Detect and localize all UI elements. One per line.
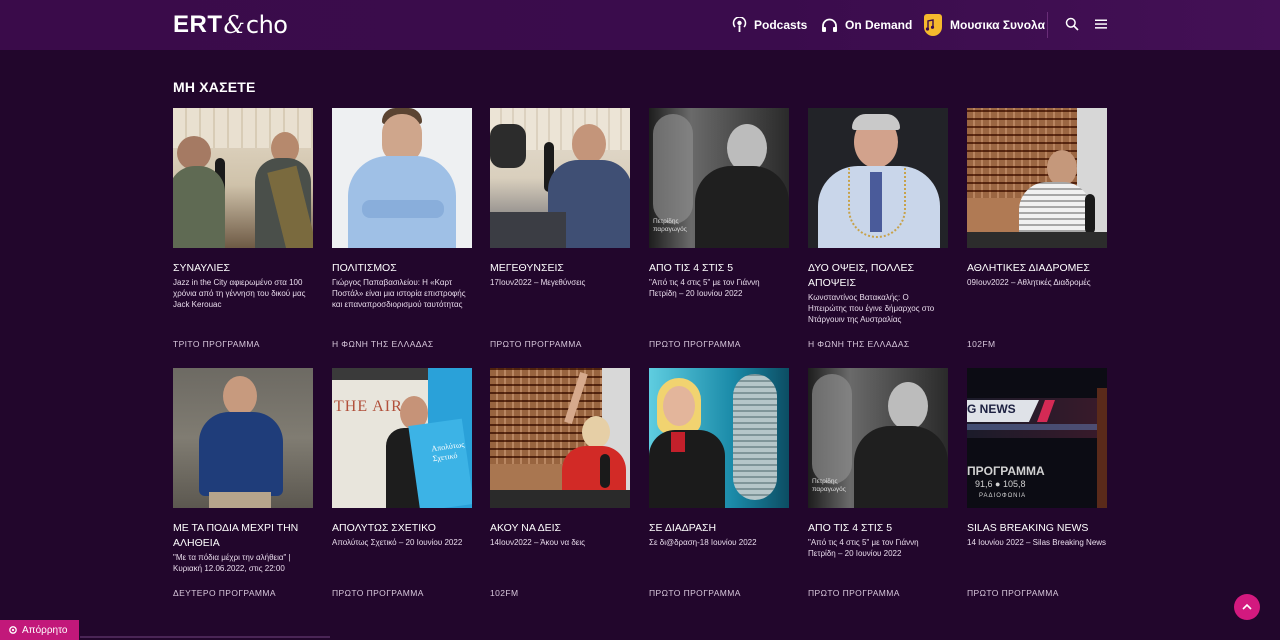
card-station-tag[interactable]: ΠΡΩΤΟ ΠΡΟΓΡΑΜΜΑ [490, 339, 582, 349]
nav-on-demand[interactable]: On Demand [821, 0, 912, 50]
logo-echo-text: cho [245, 11, 288, 39]
card-title[interactable]: SILAS BREAKING NEWS [967, 521, 1107, 536]
card-image[interactable] [490, 108, 630, 248]
card-megethynseis[interactable]: ΜΕΓΕΘΥΝΣΕΙΣ 17Ιουν2022 – Μεγεθύνσεις ΠΡΩ… [490, 108, 630, 349]
card-station-tag[interactable]: ΔΕΥΤΕΡΟ ΠΡΟΓΡΑΜΜΑ [173, 588, 276, 598]
card-politismos[interactable]: ΠΟΛΙΤΙΣΜΟΣ Γιώργος Παπαβασιλείου: Η «Καρ… [332, 108, 472, 349]
card-title[interactable]: ΑΠΟ ΤΙΣ 4 ΣΤΙΣ 5 [649, 261, 789, 276]
music-badge-icon [924, 14, 942, 36]
card-title[interactable]: ΑΚΟΥ ΝΑ ΔΕΙΣ [490, 521, 630, 536]
card-image[interactable] [490, 368, 630, 508]
nav-music-ensembles[interactable]: Μουσικα Συνολα [924, 0, 1045, 50]
card-description: "Με τα πόδια μέχρι την αλήθεια" | Κυριακ… [173, 553, 291, 573]
headphones-icon [822, 18, 837, 32]
thumb-text-programma: ΠΡΟΓΡΑΜΜΑ [967, 464, 1045, 478]
search-icon[interactable] [1065, 17, 1079, 31]
card-description: Jazz in the City αφιερωμένο στα 100 χρόν… [173, 278, 306, 309]
thumb-text-the-air: THE AIR [334, 398, 403, 415]
card-athlitikes-diadromes[interactable]: ΑΘΛΗΤΙΚΕΣ ΔΙΑΔΡΟΜΕΣ 09Ιουν2022 – Αθλητικ… [967, 108, 1107, 349]
card-description: 17Ιουν2022 – Μεγεθύνσεις [490, 278, 586, 287]
card-apo-tis-4-stis-5-b[interactable]: Πετρίδης παραγωγός ΑΠΟ ΤΙΣ 4 ΣΤΙΣ 5 "Από… [808, 368, 948, 598]
section-title: ΜΗ ΧΑΣΕΤΕ [173, 79, 256, 95]
thumb-caption: Πετρίδης παραγωγός [812, 478, 846, 493]
ert-echo-logo[interactable]: ERT & cho [173, 11, 288, 39]
card-image[interactable] [649, 368, 789, 508]
card-title[interactable]: ΔΥΟ ΟΨΕΙΣ, ΠΟΛΛΕΣ ΑΠΟΨΕΙΣ [808, 261, 948, 291]
nav-podcasts[interactable]: Podcasts [732, 0, 807, 50]
card-description: "Από τις 4 στις 5" με τον Γιάννη Πετρίδη… [649, 278, 760, 298]
card-image[interactable] [173, 108, 313, 248]
privacy-label: Απόρρητο [22, 624, 68, 636]
card-title[interactable]: ΣΕ ΔΙΑΔΡΑΣΗ [649, 521, 789, 536]
card-title[interactable]: ΠΟΛΙΤΙΣΜΟΣ [332, 261, 472, 276]
card-title[interactable]: ΑΠΟ ΤΙΣ 4 ΣΤΙΣ 5 [808, 521, 948, 536]
card-station-tag[interactable]: 102FM [490, 588, 518, 598]
card-title[interactable]: ΣΥΝΑΥΛΙΕΣ [173, 261, 313, 276]
card-description: Απολύτως Σχετικό – 20 Ιουνίου 2022 [332, 538, 463, 547]
card-description: 09Ιουν2022 – Αθλητικές Διαδρομές [967, 278, 1091, 287]
card-station-tag[interactable]: ΠΡΩΤΟ ΠΡΟΓΡΑΜΜΑ [649, 588, 741, 598]
card-title[interactable]: ΑΘΛΗΤΙΚΕΣ ΔΙΑΔΡΟΜΕΣ [967, 261, 1107, 276]
card-station-tag[interactable]: Η ΦΩΝΗ ΤΗΣ ΕΛΛΑΔΑΣ [332, 339, 434, 349]
nav-music-label: Μουσικα Συνολα [950, 18, 1045, 32]
card-station-tag[interactable]: Η ΦΩΝΗ ΤΗΣ ΕΛΛΑΔΑΣ [808, 339, 910, 349]
chevron-up-icon [1242, 603, 1252, 610]
card-station-tag[interactable]: ΠΡΩΤΟ ΠΡΟΓΡΑΜΜΑ [808, 588, 900, 598]
thumb-text-radiofonia: ΡΑΔΙΟΦΩΝΙΑ [979, 493, 1027, 499]
card-description: 14 Ιουνίου 2022 – Silas Breaking News [967, 538, 1107, 547]
card-description: Γιώργος Παπαβασιλείου: Η «Καρτ Ποστάλ» ε… [332, 278, 466, 309]
card-description: Κωνσταντίνος Βατακαλής: Ο Ηπειρώτης που … [808, 293, 935, 324]
card-image[interactable] [332, 108, 472, 248]
card-apolytos-sxetiko[interactable]: THE AIR Απολύτως Σχετικό ΑΠΟΛΥΤΩΣ ΣΧΕΤΙΚ… [332, 368, 472, 598]
card-image[interactable]: Πετρίδης παραγωγός [649, 108, 789, 248]
nav-divider [1047, 12, 1048, 38]
hamburger-icon[interactable] [1095, 18, 1107, 30]
card-station-tag[interactable]: 102FM [967, 339, 995, 349]
podcast-icon [732, 17, 747, 32]
logo-amp-text: & [223, 11, 245, 39]
card-station-tag[interactable]: ΠΡΩΤΟ ΠΡΟΓΡΑΜΜΑ [967, 588, 1059, 598]
horizontal-scrollbar[interactable] [80, 636, 330, 638]
gear-icon [9, 626, 17, 634]
thumb-caption: Πετρίδης παραγωγός [653, 218, 687, 233]
card-image[interactable] [173, 368, 313, 508]
nav-on-demand-label: On Demand [845, 18, 913, 32]
thumb-text-g-news: G NEWS [967, 402, 1016, 416]
card-image[interactable] [967, 108, 1107, 248]
card-station-tag[interactable]: ΠΡΩΤΟ ΠΡΟΓΡΑΜΜΑ [649, 339, 741, 349]
card-se-diadrasi[interactable]: ΣΕ ΔΙΑΔΡΑΣΗ Σε δι@δραση-18 Ιουνίου 2022 … [649, 368, 789, 598]
card-station-tag[interactable]: ΤΡΙΤΟ ΠΡΟΓΡΑΜΜΑ [173, 339, 260, 349]
card-title[interactable]: ΜΕΓΕΘΥΝΣΕΙΣ [490, 261, 630, 276]
logo-ert-text: ERT [173, 11, 223, 38]
card-description: Σε δι@δραση-18 Ιουνίου 2022 [649, 538, 757, 547]
card-silas-breaking-news[interactable]: G NEWS ΠΡΟΓΡΑΜΜΑ 91,6 ● 105,8 ΡΑΔΙΟΦΩΝΙΑ… [967, 368, 1107, 598]
card-description: "Από τις 4 στις 5" με τον Γιάννη Πετρίδη… [808, 538, 919, 558]
scroll-to-top-button[interactable] [1234, 594, 1260, 620]
card-dyo-opseis[interactable]: ΔΥΟ ΟΨΕΙΣ, ΠΟΛΛΕΣ ΑΠΟΨΕΙΣ Κωνσταντίνος Β… [808, 108, 948, 349]
card-title[interactable]: ΜΕ ΤΑ ΠΟΔΙΑ ΜΕΧΡΙ ΤΗΝ ΑΛΗΘΕΙΑ [173, 521, 313, 551]
card-image[interactable] [808, 108, 948, 248]
card-synavlies[interactable]: ΣΥΝΑΥΛΙΕΣ Jazz in the City αφιερωμένο στ… [173, 108, 313, 349]
card-title[interactable]: ΑΠΟΛΥΤΩΣ ΣΧΕΤΙΚΟ [332, 521, 472, 536]
card-apo-tis-4-stis-5[interactable]: Πετρίδης παραγωγός ΑΠΟ ΤΙΣ 4 ΣΤΙΣ 5 "Από… [649, 108, 789, 349]
card-station-tag[interactable]: ΠΡΩΤΟ ΠΡΟΓΡΑΜΜΑ [332, 588, 424, 598]
card-image[interactable]: THE AIR Απολύτως Σχετικό [332, 368, 472, 508]
nav-podcasts-label: Podcasts [754, 18, 808, 32]
card-image[interactable]: Πετρίδης παραγωγός [808, 368, 948, 508]
card-me-ta-podia[interactable]: ΜΕ ΤΑ ΠΟΔΙΑ ΜΕΧΡΙ ΤΗΝ ΑΛΗΘΕΙΑ "Με τα πόδ… [173, 368, 313, 598]
thumb-text-freqs: 91,6 ● 105,8 [975, 479, 1026, 489]
card-akou-na-deis[interactable]: ΑΚΟΥ ΝΑ ΔΕΙΣ 14Ιουν2022 – Άκου να δεις 1… [490, 368, 630, 598]
card-image[interactable]: G NEWS ΠΡΟΓΡΑΜΜΑ 91,6 ● 105,8 ΡΑΔΙΟΦΩΝΙΑ [967, 368, 1107, 508]
top-navbar: ERT & cho Podcasts On Demand Μουσικα Συν… [0, 0, 1280, 50]
card-description: 14Ιουν2022 – Άκου να δεις [490, 538, 585, 547]
privacy-button[interactable]: Απόρρητο [0, 620, 79, 640]
